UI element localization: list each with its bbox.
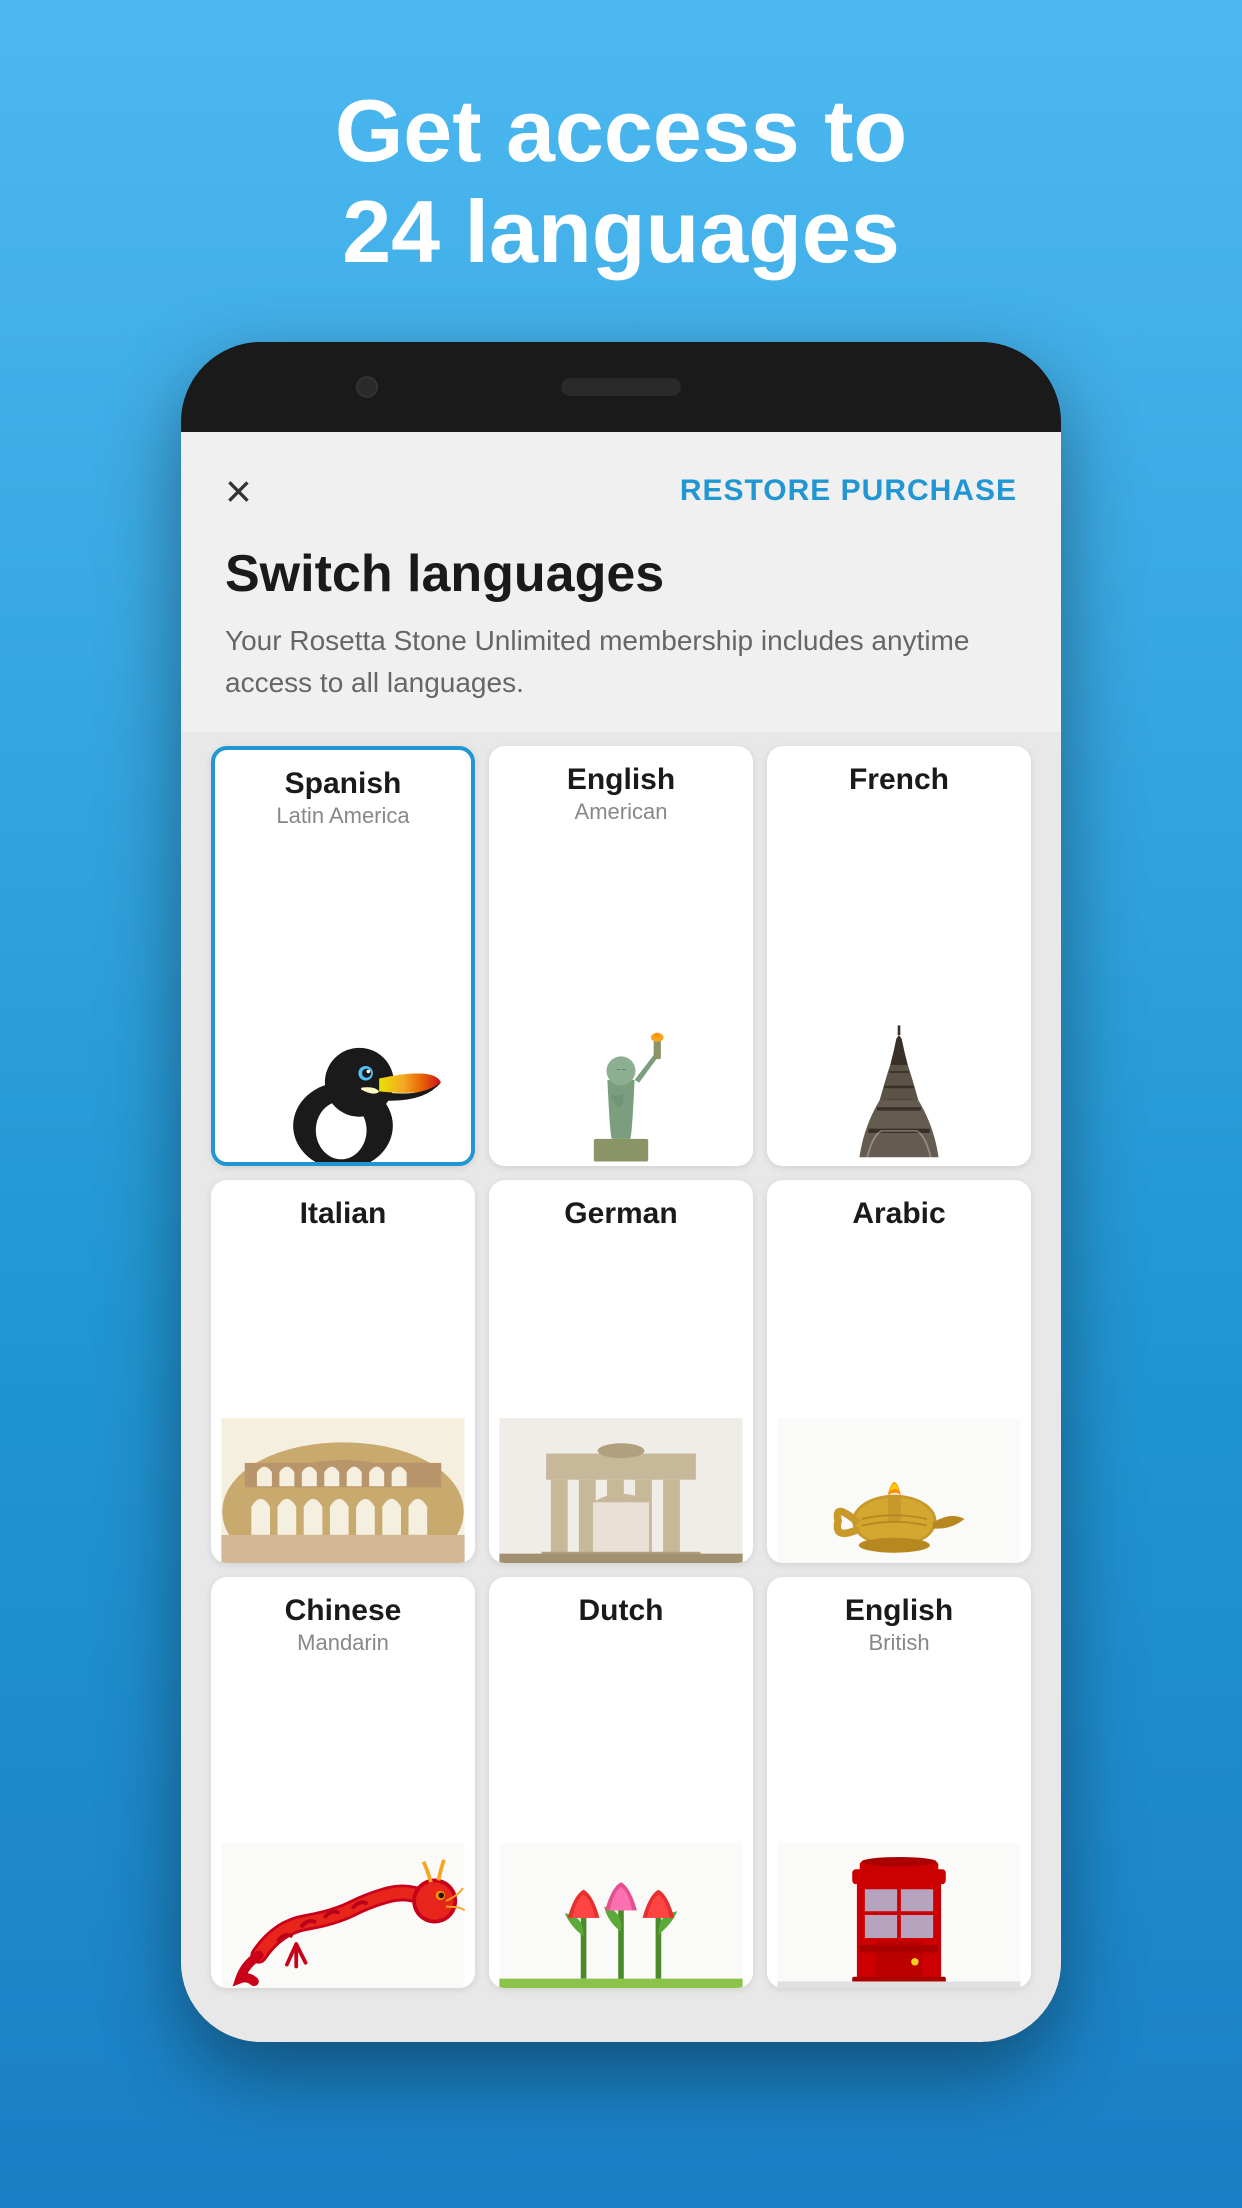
language-card-arabic[interactable]: Arabic — [767, 1180, 1031, 1563]
screen-title: Switch languages — [225, 544, 1017, 604]
lang-name: French — [781, 762, 1017, 798]
lang-name: English — [781, 1593, 1017, 1629]
lang-sub: Latin America — [229, 802, 457, 831]
language-card-dutch[interactable]: Dutch — [489, 1577, 753, 1989]
screen-subtitle: Your Rosetta Stone Unlimited membership … — [225, 620, 1017, 704]
language-card-spanish[interactable]: Spanish Latin America — [211, 746, 475, 1166]
lang-name: Spanish — [229, 766, 457, 802]
camera-dot — [356, 376, 378, 398]
language-card-italian[interactable]: Italian — [211, 1180, 475, 1563]
lang-image-italian — [211, 1238, 475, 1563]
lang-image-chinese — [211, 1663, 475, 1988]
language-card-chinese[interactable]: Chinese Mandarin — [211, 1577, 475, 1989]
lang-name: Italian — [225, 1196, 461, 1232]
lang-name: Arabic — [781, 1196, 1017, 1232]
title-section: Switch languages Your Rosetta Stone Unli… — [181, 534, 1061, 732]
lang-sub: American — [503, 798, 739, 827]
lang-name: English — [503, 762, 739, 798]
language-grid: Spanish Latin America — [181, 732, 1061, 2002]
close-button[interactable]: × — [225, 468, 252, 514]
lang-image-french — [767, 804, 1031, 1166]
language-card-english-british[interactable]: English British — [767, 1577, 1031, 1989]
lang-image-english-british — [767, 1663, 1031, 1988]
speaker-grill — [561, 378, 681, 396]
lang-name: Dutch — [503, 1593, 739, 1629]
phone-shell: × RESTORE PURCHASE Switch languages Your… — [181, 342, 1061, 2042]
phone-bottom — [181, 2002, 1061, 2042]
headline: Get access to 24 languages — [255, 80, 987, 282]
lang-image-dutch — [489, 1635, 753, 1989]
lang-name: Chinese — [225, 1593, 461, 1629]
lang-sub: Mandarin — [225, 1629, 461, 1658]
lang-image-german — [489, 1238, 753, 1563]
language-card-german[interactable]: German — [489, 1180, 753, 1563]
lang-image-arabic — [767, 1238, 1031, 1563]
lang-image-english — [489, 833, 753, 1166]
lang-image-spanish — [215, 837, 471, 1162]
language-card-english[interactable]: English American — [489, 746, 753, 1166]
restore-purchase-button[interactable]: RESTORE PURCHASE — [680, 474, 1017, 508]
phone-screen: × RESTORE PURCHASE Switch languages Your… — [181, 432, 1061, 2002]
language-card-french[interactable]: French — [767, 746, 1031, 1166]
lang-name: German — [503, 1196, 739, 1232]
phone-top-bar — [181, 342, 1061, 432]
lang-sub: British — [781, 1629, 1017, 1658]
screen-header: × RESTORE PURCHASE — [181, 432, 1061, 534]
